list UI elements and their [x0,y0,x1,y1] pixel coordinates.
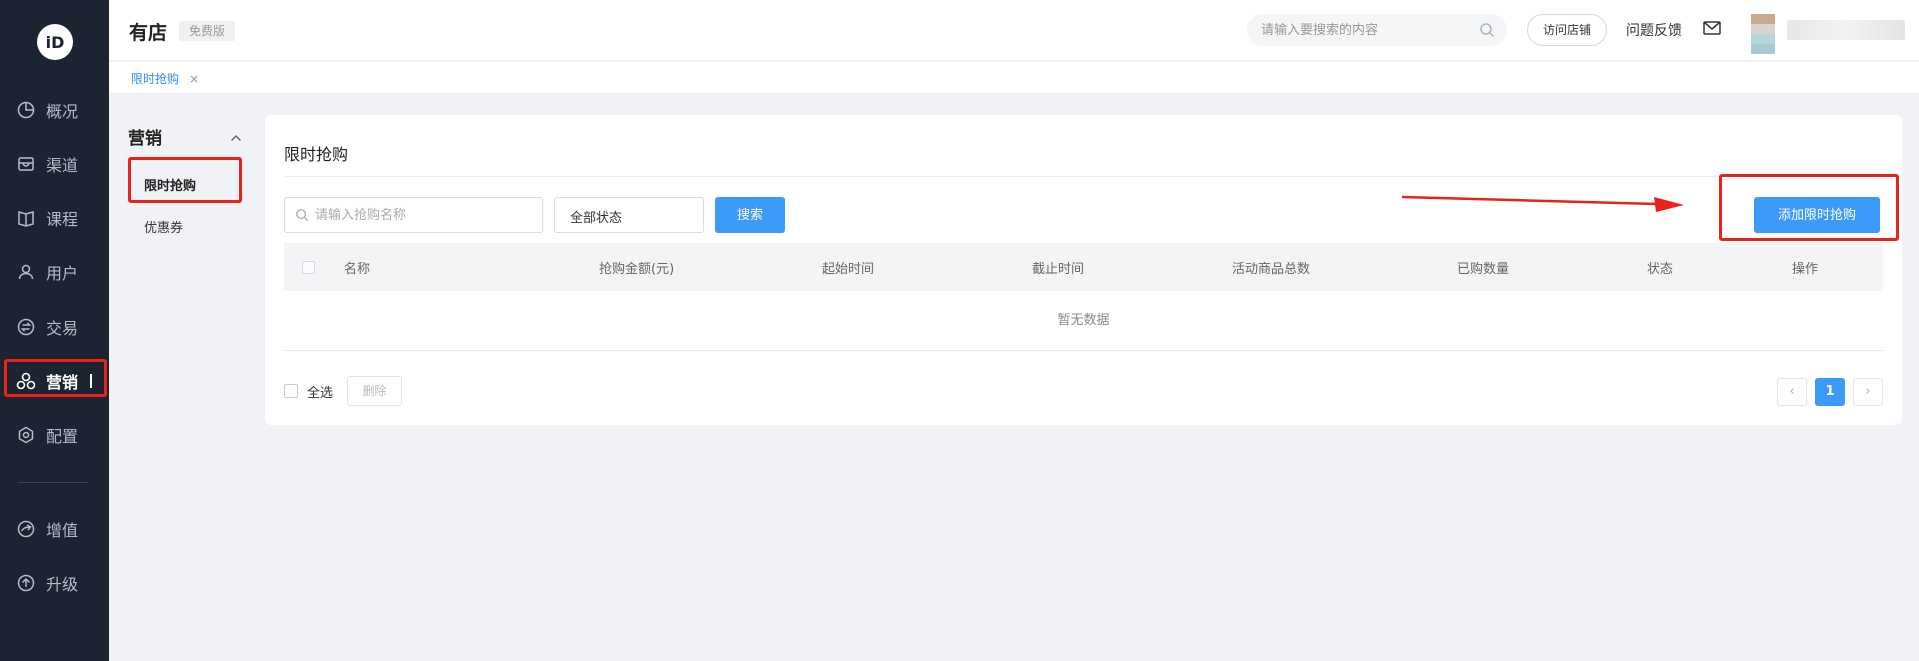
search-icon [295,208,309,226]
sidebar-item-label: 渠道 [46,156,79,175]
annotation-highlight-add-button [1719,174,1899,241]
column-header: 截止时间 [1032,262,1085,277]
sidebar-item-overview[interactable]: 概况 [0,92,109,128]
sidebar-item-transaction[interactable]: 交易 [0,309,109,345]
sidebar-item-label: 交易 [46,319,79,338]
column-header: 操作 [1792,262,1819,277]
gear-icon [15,424,37,446]
submenu-item-coupon[interactable]: 优惠券 [144,217,183,236]
pagination: ‹ 1 › [1777,378,1883,406]
sale-name-search[interactable] [284,197,543,233]
search-button[interactable]: 搜索 [715,197,785,233]
user-icon [15,261,37,283]
header-checkbox[interactable] [302,261,315,274]
annotation-highlight-flash-sale [128,157,242,203]
prev-page-button[interactable]: ‹ [1777,378,1807,406]
sidebar-item-label: 配置 [46,427,79,446]
sidebar-item-channel[interactable]: 渠道 [0,146,109,182]
close-icon[interactable]: × [189,72,199,86]
book-icon [15,207,37,229]
brand-name: 有店 [129,22,168,44]
empty-state: 暂无数据 [284,291,1883,351]
select-all-label[interactable]: 全选 [307,382,333,401]
next-page-button[interactable]: › [1853,378,1883,406]
upgrade-icon [15,572,37,594]
avatar[interactable] [1751,14,1775,54]
mail-icon[interactable] [1702,19,1722,41]
pie-chart-icon [15,99,37,121]
select-all-checkbox[interactable] [284,384,298,398]
sidebar-item-label: 课程 [46,210,79,229]
tab-flash-sale[interactable]: 限时抢购 × [131,70,199,87]
sidebar-item-config[interactable]: 配置 [0,417,109,453]
annotation-highlight-marketing [4,359,107,397]
feedback-link[interactable]: 问题反馈 [1626,20,1682,40]
flash-sale-panel: 限时抢购 全部状态 搜索 添加限时抢购 名称 抢购金额(元) 起始时间 截止时间… [265,115,1902,425]
table-header: 名称 抢购金额(元) 起始时间 截止时间 活动商品总数 已购数量 状态 操作 [284,243,1883,291]
column-header: 状态 [1647,262,1674,277]
edition-badge: 免费版 [179,21,236,41]
sidebar-item-label: 升级 [46,575,79,594]
exchange-icon [15,316,37,338]
table-footer: 全选 删除 ‹ 1 › [284,374,1883,406]
sidebar-item-label: 概况 [46,102,79,121]
sidebar-item-label: 用户 [46,264,79,283]
sidebar-divider [18,482,88,483]
global-search-input[interactable] [1261,14,1471,46]
title-divider [284,176,1883,177]
global-search[interactable] [1247,14,1507,46]
page-number[interactable]: 1 [1815,378,1845,406]
column-header: 抢购金额(元) [599,262,675,277]
chevron-up-icon[interactable] [230,130,242,146]
page-title: 限时抢购 [284,145,349,164]
sidebar-item-upgrade[interactable]: 升级 [0,565,109,601]
column-header: 活动商品总数 [1232,262,1311,277]
main-sidebar: iD 概况 渠道 课程 用户 交易 营销 配置 增值 升级 [0,0,109,661]
sidebar-item-course[interactable]: 课程 [0,200,109,236]
top-header: 有店 免费版 访问店铺 问题反馈 [109,0,1919,61]
sidebar-item-value-added[interactable]: 增值 [0,511,109,547]
sidebar-item-users[interactable]: 用户 [0,254,109,290]
column-header: 名称 [344,262,371,277]
column-header: 起始时间 [822,262,875,277]
value-added-icon [15,518,37,540]
sidebar-item-label: 增值 [46,521,79,540]
delete-button[interactable]: 删除 [347,376,402,406]
status-select[interactable]: 全部状态 [554,197,704,233]
annotation-arrow [1401,195,1684,212]
app-logo[interactable]: iD [37,24,73,60]
chevron-down-icon [570,211,691,226]
search-icon[interactable] [1479,22,1495,42]
submenu-title[interactable]: 营销 [128,124,162,149]
user-name-blurred[interactable] [1787,20,1905,40]
tab-label: 限时抢购 [131,72,180,86]
visit-store-button[interactable]: 访问店铺 [1527,14,1607,46]
store-icon [15,153,37,175]
sale-name-input[interactable] [315,198,535,232]
page-tab-strip: 限时抢购 × [109,62,1919,94]
column-header: 已购数量 [1457,262,1510,277]
